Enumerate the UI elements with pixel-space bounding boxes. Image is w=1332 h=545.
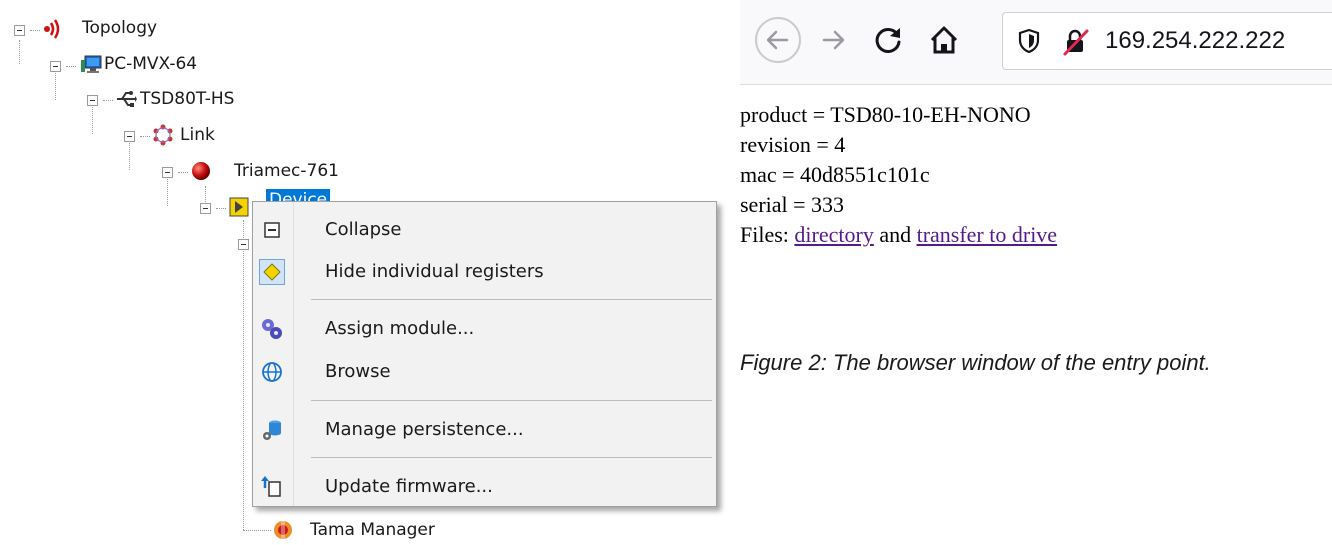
browser-toolbar: 169.254.222.222 [740,0,1332,85]
figure-caption: Figure 2: The browser window of the entr… [740,350,1211,375]
expander-topology[interactable] [14,25,25,36]
tree-node-label: TSD80T-HS [140,89,235,109]
reload-button[interactable] [864,16,912,64]
serial-line: serial = 333 [740,192,845,217]
expander-pc[interactable] [50,61,61,72]
tree-line [19,40,20,64]
forward-button[interactable] [810,16,858,64]
menu-item-label: Update firmware... [325,476,493,497]
and-text: and [879,222,912,247]
menu-separator [311,457,712,458]
tree-line [140,136,150,137]
tree-line [178,172,188,173]
menu-item-label: Collapse [325,219,402,240]
files-line: Files: directory and transfer to drive [740,220,1332,250]
tree-line [129,140,130,170]
menu-item-label: Hide individual registers [325,261,544,282]
menu-item-update-firmware[interactable]: Update firmware... [253,465,716,509]
menu-item-browse[interactable]: Browse [253,350,716,394]
menu-item-assign-module[interactable]: Assign module... [253,307,716,351]
globe-icon [262,362,282,382]
home-button[interactable] [920,16,968,64]
red-ball-icon [192,162,210,180]
tree-line [167,176,168,206]
device-yellow-icon [229,197,249,217]
tree-line [92,104,93,134]
back-button[interactable] [754,16,802,64]
tree-node-label: PC-MVX-64 [104,54,198,74]
tree-line [243,220,244,530]
menu-separator [311,400,712,401]
expander-device[interactable] [200,203,211,214]
transfer-to-drive-link[interactable]: transfer to drive [917,222,1058,247]
computer-icon [81,55,102,73]
menu-item-label: Assign module... [325,318,475,339]
expander-child[interactable] [238,239,249,250]
revision-line: revision = 4 [740,132,846,157]
link-ring-icon [153,124,173,146]
menu-item-hide-registers[interactable]: Hide individual registers [253,250,716,294]
tree-line [103,100,113,101]
usb-icon [117,91,137,107]
mac-line: mac = 40d8551c101c [740,162,930,187]
tree-node-label: Topology [82,18,158,38]
insecure-lock-icon[interactable] [1061,27,1091,57]
directory-link[interactable]: directory [794,222,873,247]
tama-icon [274,521,292,539]
collapse-icon [264,222,280,238]
firmware-upload-icon [261,476,281,497]
expander-link[interactable] [124,131,135,142]
gears-icon [262,319,282,339]
url-text: 169.254.222.222 [1105,27,1286,54]
tree-node-label: Triamec-761 [234,161,339,181]
menu-item-manage-persistence[interactable]: Manage persistence... [253,408,716,452]
tree-node-label: Tama Manager [310,520,435,540]
browser-window: 169.254.222.222 product = TSD80-10-EH-NO… [740,0,1332,545]
menu-item-collapse[interactable]: Collapse [253,208,716,252]
url-bar[interactable]: 169.254.222.222 [1002,12,1332,70]
tree-node-label: Link [180,125,215,145]
tree-line [55,70,56,100]
menu-separator [311,299,712,300]
tree-line [66,66,76,67]
database-gear-icon [263,420,281,440]
tree-line [30,30,40,31]
expander-tsd[interactable] [87,95,98,106]
shield-icon[interactable] [1015,27,1043,55]
expander-triamec[interactable] [162,167,173,178]
tree-line [216,208,226,209]
register-diamond-icon [259,259,285,285]
files-prefix: Files: [740,222,789,247]
context-menu: Collapse Hide individual registers Assig… [252,201,717,507]
tree-line [243,530,271,531]
menu-item-label: Browse [325,361,391,382]
product-line: product = TSD80-10-EH-NONO [740,102,1031,127]
menu-item-label: Manage persistence... [325,419,524,440]
radio-waves-icon [44,19,60,39]
page-content: product = TSD80-10-EH-NONO revision = 4 … [740,100,1332,250]
